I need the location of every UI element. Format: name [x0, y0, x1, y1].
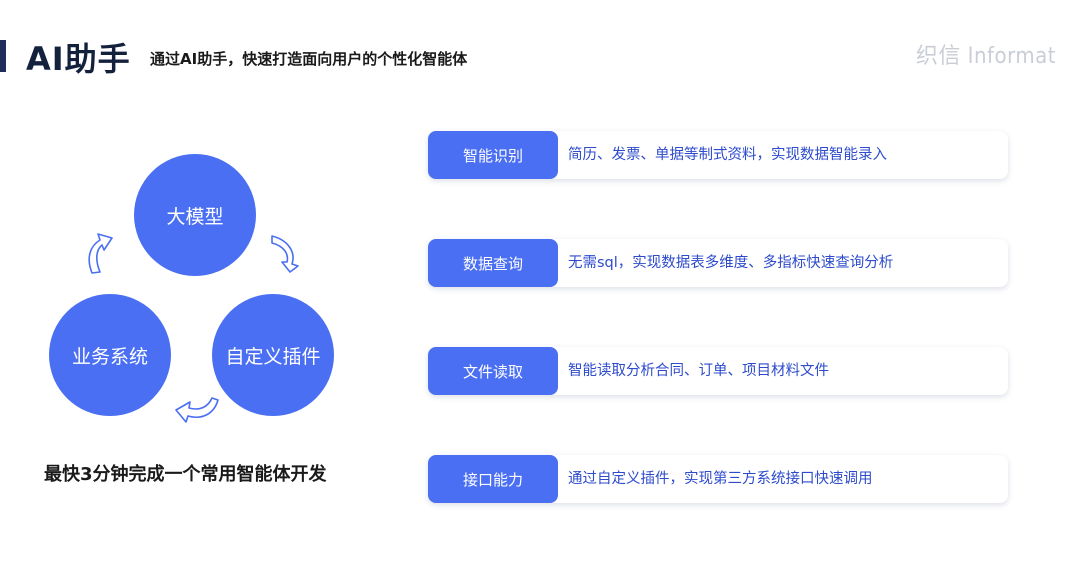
- feature-label: 接口能力: [428, 455, 558, 503]
- cycle-arrow-icon: [271, 235, 299, 273]
- feature-row: 智能识别 简历、发票、单据等制式资料，实现数据智能录入: [428, 131, 1008, 179]
- feature-label: 文件读取: [428, 347, 558, 395]
- cycle-node-large-model: 大模型: [134, 154, 256, 276]
- feature-label: 数据查询: [428, 239, 558, 287]
- brand-logo: 织信 Informat: [915, 44, 1056, 69]
- feature-description: 无需sql，实现数据表多维度、多指标快速查询分析: [568, 255, 894, 271]
- cycle-arrow-icon: [175, 397, 219, 423]
- cycle-tagline: 最快3分钟完成一个常用智能体开发: [44, 464, 327, 485]
- feature-row: 文件读取 智能读取分析合同、订单、项目材料文件: [428, 347, 1008, 395]
- cycle-node-business-system: 业务系统: [49, 294, 171, 416]
- feature-row: 数据查询 无需sql，实现数据表多维度、多指标快速查询分析: [428, 239, 1008, 287]
- feature-row: 接口能力 通过自定义插件，实现第三方系统接口快速调用: [428, 455, 1008, 503]
- feature-description: 通过自定义插件，实现第三方系统接口快速调用: [568, 471, 873, 487]
- cycle-arrow-icon: [88, 233, 113, 274]
- cycle-node-custom-plugin: 自定义插件: [212, 294, 334, 416]
- feature-description: 简历、发票、单据等制式资料，实现数据智能录入: [568, 147, 887, 163]
- feature-description: 智能读取分析合同、订单、项目材料文件: [568, 363, 829, 379]
- feature-label: 智能识别: [428, 131, 558, 179]
